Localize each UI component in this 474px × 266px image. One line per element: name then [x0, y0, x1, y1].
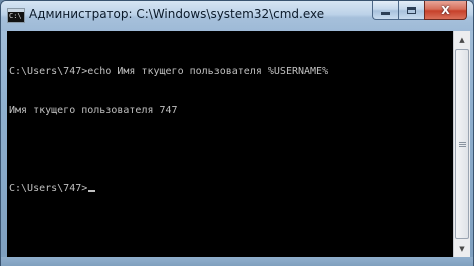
console-prompt: C:\Users\747>: [9, 183, 88, 194]
arrow-down-icon: ▼: [459, 244, 465, 253]
scroll-thumb[interactable]: [455, 49, 469, 239]
caption-buttons: X: [372, 1, 467, 21]
vertical-scrollbar[interactable]: ▲ ▼: [453, 31, 470, 257]
window-bottom-border: [1, 257, 473, 266]
cmd-icon[interactable]: C:\: [7, 8, 25, 23]
console-text: C:\Users\747>echo Имя ткущего пользовате…: [9, 39, 328, 221]
cmd-window: C:\ Администратор: C:\Windows\system32\c…: [0, 0, 474, 266]
text-cursor: [88, 190, 96, 192]
grip-icon: [459, 142, 466, 148]
arrow-up-icon: ▲: [459, 35, 465, 44]
maximize-icon: [407, 6, 416, 14]
console-output[interactable]: C:\Users\747>echo Имя ткущего пользовате…: [7, 31, 453, 257]
title-bar[interactable]: C:\ Администратор: C:\Windows\system32\c…: [1, 1, 473, 31]
console-line: Имя ткущего пользователя 747: [9, 105, 178, 116]
console-prompt-line: C:\Users\747>: [9, 182, 328, 195]
window-title: Администратор: C:\Windows\system32\cmd.e…: [29, 7, 325, 21]
scroll-down-button[interactable]: ▼: [454, 240, 470, 257]
close-button[interactable]: X: [424, 1, 467, 20]
maximize-button[interactable]: [398, 1, 424, 20]
minimize-button[interactable]: [372, 1, 398, 20]
console-line: C:\Users\747>echo Имя ткущего пользовате…: [9, 66, 329, 77]
close-icon: X: [441, 3, 450, 17]
minimize-icon: [381, 11, 390, 15]
scroll-up-button[interactable]: ▲: [454, 31, 470, 48]
